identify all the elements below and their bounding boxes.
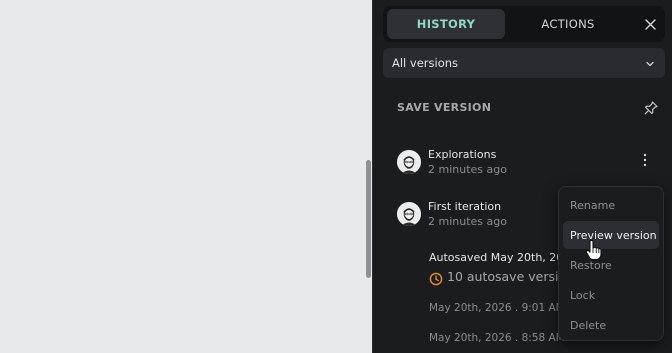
menu-item-rename[interactable]: Rename [563,191,659,219]
version-time: 2 minutes ago [428,215,507,228]
avatar [397,150,421,174]
autosaved-group-title: Autosaved May 20th, 2026 [429,251,578,264]
version-time: 2 minutes ago [428,163,507,176]
menu-item-delete[interactable]: Delete [563,311,659,339]
chevron-down-icon [645,58,655,72]
canvas-scrollbar[interactable] [366,160,371,278]
version-filter-select[interactable]: All versions [383,48,665,78]
close-icon[interactable] [641,15,659,33]
hand-pointer-cursor [585,239,603,261]
canvas-area[interactable] [0,0,372,353]
version-title: Explorations [428,148,497,161]
tab-history[interactable]: HISTORY [387,9,505,39]
autosave-entry[interactable]: May 20th, 2026 . 8:58 AM [429,332,565,344]
menu-item-lock[interactable]: Lock [563,281,659,309]
version-item-explorations[interactable]: Explorations 2 minutes ago [397,148,657,186]
menu-item-preview-version[interactable]: Preview version [563,221,659,249]
version-context-menu: Rename Preview version Restore Lock Dele… [558,186,664,341]
menu-item-restore[interactable]: Restore [563,251,659,279]
version-filter-value: All versions [392,56,459,70]
clock-icon [429,271,443,286]
autosave-entry[interactable]: May 20th, 2026 . 9:01 AM [429,302,565,314]
avatar [397,202,421,226]
tab-actions[interactable]: ACTIONS [509,9,627,39]
save-version-button[interactable]: SAVE VERSION [397,101,491,114]
panel-tabs: HISTORY ACTIONS [383,6,665,42]
more-vertical-icon[interactable] [641,152,649,168]
version-title: First iteration [428,200,502,213]
pin-icon[interactable] [643,100,659,116]
